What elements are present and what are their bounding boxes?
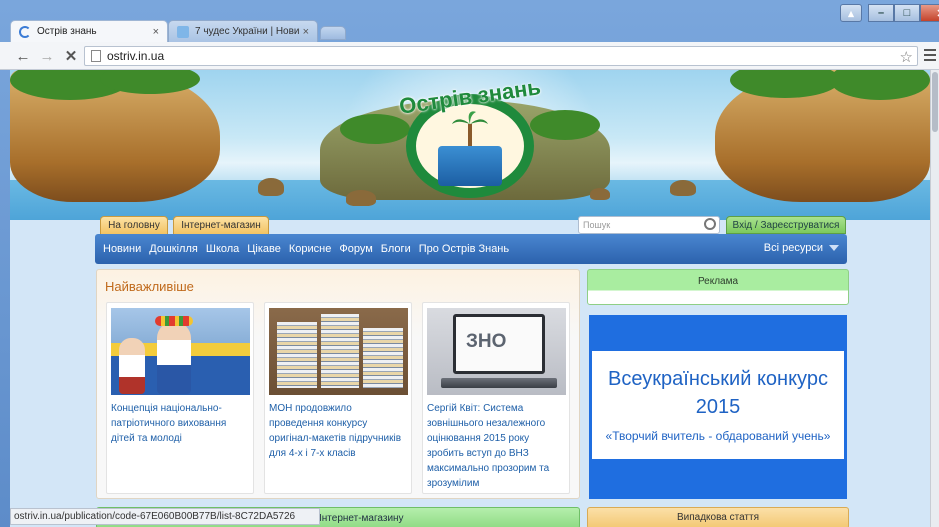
zno-logo-text: ЗНО xyxy=(466,331,507,352)
nav-item-interesting[interactable]: Цікаве xyxy=(247,243,281,255)
window-controls: ▴ xyxy=(840,4,866,22)
tab-strip: Острів знань × 7 чудес України | Новини … xyxy=(0,0,939,42)
forward-arrow-icon[interactable]: → xyxy=(38,47,56,65)
browser-menu-icon[interactable] xyxy=(924,49,936,64)
home-tab-button[interactable]: На головну xyxy=(100,216,168,234)
article-thumbnail[interactable] xyxy=(269,308,408,395)
maximize-button[interactable]: □ xyxy=(894,4,920,22)
ad-label: Реклама xyxy=(697,276,739,287)
palm-tree-icon xyxy=(452,111,488,150)
tab-ostriv[interactable]: Острів знань × xyxy=(10,20,168,42)
open-book-icon xyxy=(438,146,502,186)
search-placeholder: Пошук xyxy=(583,220,611,230)
ad-title: Всеукраїнський конкурс 2015 xyxy=(608,368,828,418)
nav-item-school[interactable]: Школа xyxy=(206,243,239,255)
tab-close-icon[interactable]: × xyxy=(153,26,159,38)
site-favicon-icon xyxy=(177,25,189,38)
tab-title: Острів знань xyxy=(37,26,97,37)
status-bar: ostriv.in.ua/publication/code-67E060B00B… xyxy=(10,508,320,525)
address-bar[interactable]: ostriv.in.ua ☆ xyxy=(84,46,918,66)
loading-spinner-icon xyxy=(19,25,31,38)
search-input[interactable]: Пошук xyxy=(578,216,720,234)
page-scrollbar[interactable] xyxy=(930,70,939,527)
close-window-button[interactable]: ✕ xyxy=(920,4,939,22)
nav-all-resources[interactable]: Всі ресурси xyxy=(764,242,839,254)
ad-subtitle: «Творчий вчитель - обдарований учень» xyxy=(605,429,831,443)
site-banner: Острів знань xyxy=(10,70,930,220)
tab-7-wonders[interactable]: 7 чудес України | Новини × xyxy=(168,20,318,42)
site-logo[interactable]: Острів знань xyxy=(390,74,550,204)
ad-header: Реклама xyxy=(587,269,849,305)
ad-banner[interactable]: Всеукраїнський конкурс 2015 «Творчий вчи… xyxy=(589,315,847,499)
window-buttons: – □ ✕ xyxy=(868,4,939,22)
shop-tab-button[interactable]: Інтернет-магазин xyxy=(173,216,269,234)
address-url: ostriv.in.ua xyxy=(107,49,165,63)
nav-item-about[interactable]: Про Острів Знань xyxy=(419,243,509,255)
login-register-button[interactable]: Вхід / Зареєструватися xyxy=(726,216,846,234)
main-nav: Новини Дошкілля Школа Цікаве Корисне Фор… xyxy=(95,234,847,264)
article-thumbnail[interactable]: ЗНО xyxy=(427,308,566,395)
article-link[interactable]: МОН продовжило проведення конкурсу оригі… xyxy=(269,401,409,461)
bookmark-star-icon[interactable]: ☆ xyxy=(900,48,913,66)
nav-item-preschool[interactable]: Дошкілля xyxy=(149,243,198,255)
user-profile-icon[interactable]: ▴ xyxy=(840,4,862,22)
tab-close-icon[interactable]: × xyxy=(303,26,309,38)
browser-window: Острів знань × 7 чудес України | Новини … xyxy=(0,0,939,527)
article-card[interactable]: Концепція національно-патріотичного вихо… xyxy=(106,302,254,494)
tab-title: 7 чудес України | Новини xyxy=(195,26,299,37)
article-card[interactable]: ЗНО Сергій Квіт: Система зовнішнього нез… xyxy=(422,302,570,494)
article-link[interactable]: Сергій Квіт: Система зовнішнього незалеж… xyxy=(427,401,567,491)
minimize-button[interactable]: – xyxy=(868,4,894,22)
page-viewport: Острів знань На головну Інтернет-магазин… xyxy=(10,70,930,527)
back-arrow-icon[interactable]: ← xyxy=(14,47,32,65)
nav-item-news[interactable]: Новини xyxy=(103,243,141,255)
random-article-header[interactable]: Випадкова стаття xyxy=(587,507,849,527)
new-tab-button[interactable] xyxy=(320,26,346,40)
browser-toolbar: ← → ✕ ostriv.in.ua ☆ xyxy=(0,42,939,70)
article-thumbnail[interactable] xyxy=(111,308,250,395)
nav-item-blogs[interactable]: Блоги xyxy=(381,243,411,255)
nav-item-useful[interactable]: Корисне xyxy=(289,243,331,255)
article-card[interactable]: МОН продовжило проведення конкурсу оригі… xyxy=(264,302,412,494)
stop-loading-icon[interactable]: ✕ xyxy=(62,47,80,65)
scrollbar-thumb[interactable] xyxy=(932,72,938,132)
featured-panel: Найважливіше Концепція національно-патрі… xyxy=(96,269,580,499)
page-icon xyxy=(91,50,101,62)
chevron-down-icon xyxy=(829,245,839,252)
nav-all-resources-label: Всі ресурси xyxy=(763,242,823,254)
panel-title: Найважливіше xyxy=(105,279,194,294)
article-link[interactable]: Концепція національно-патріотичного вихо… xyxy=(111,401,251,446)
nav-item-forum[interactable]: Форум xyxy=(339,243,372,255)
search-icon[interactable] xyxy=(704,218,716,230)
